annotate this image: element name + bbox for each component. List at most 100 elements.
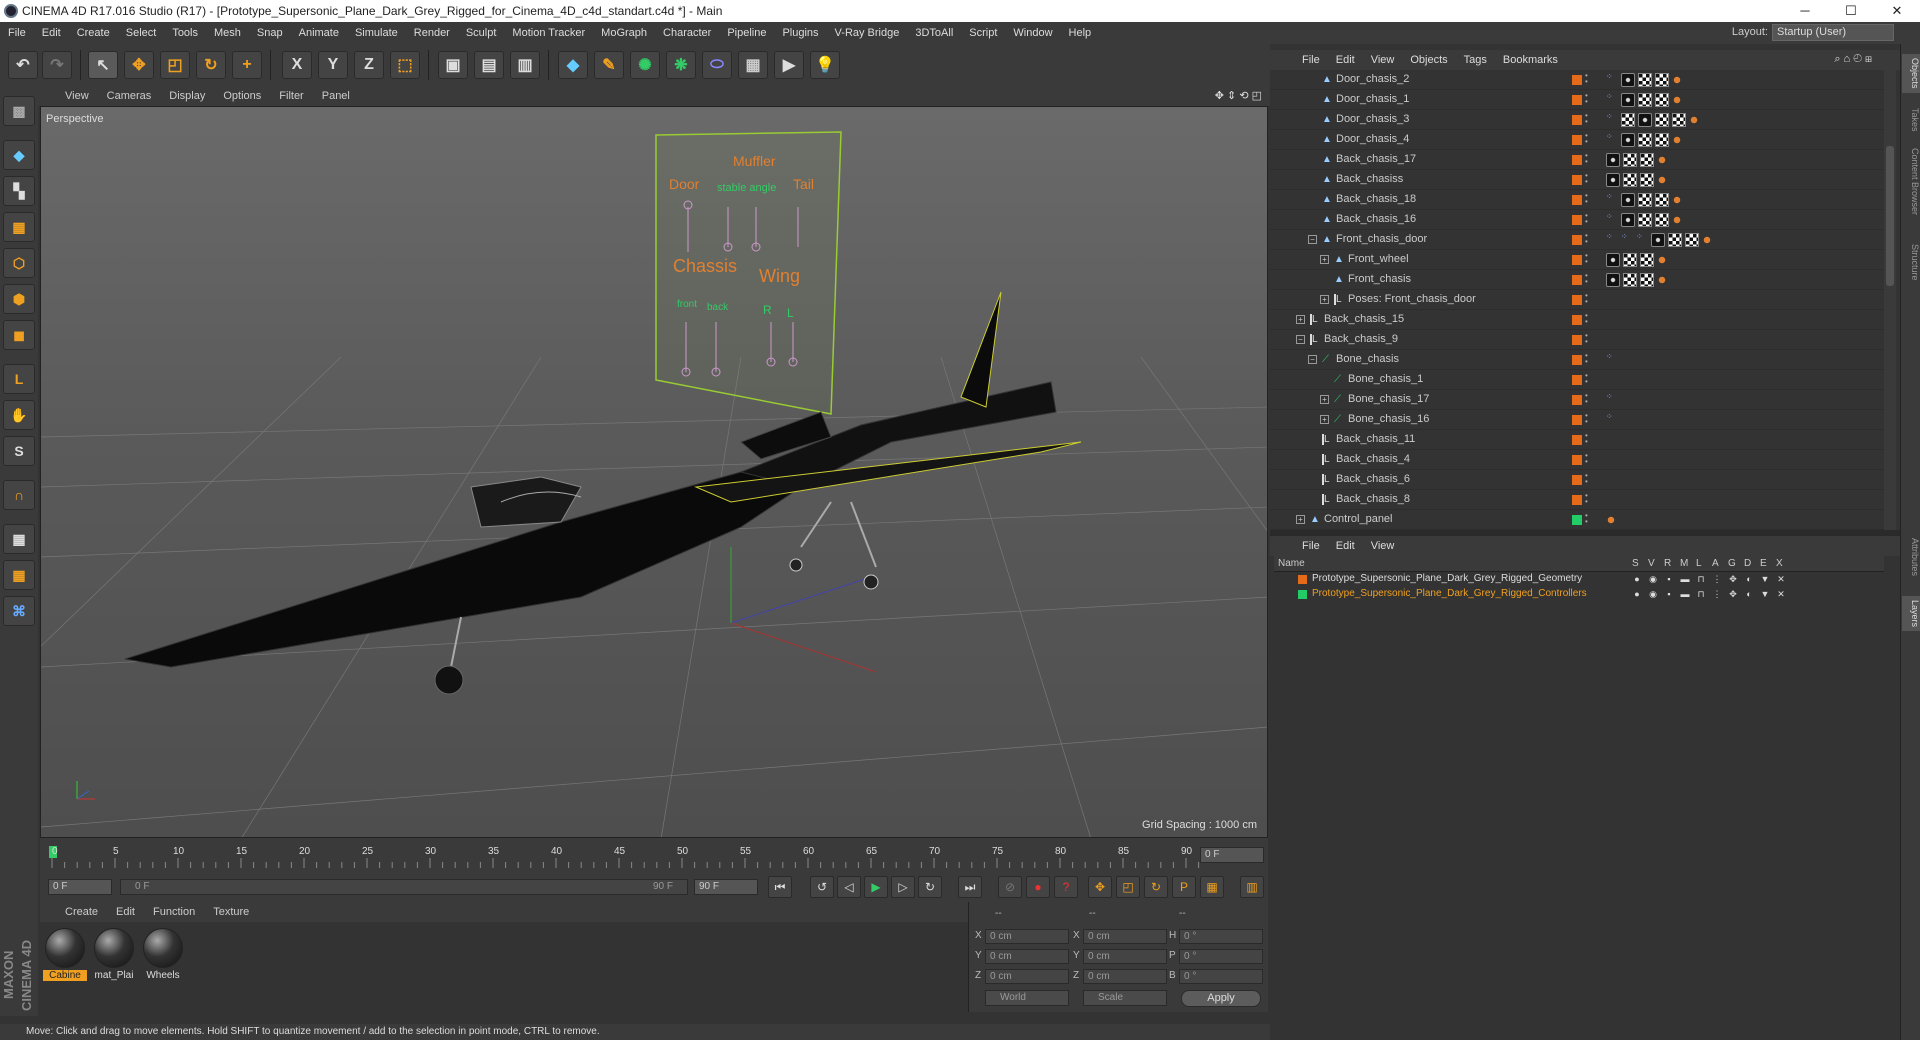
material-tag-icon[interactable] (1621, 93, 1635, 107)
rotation-b-field[interactable]: 0 ° (1179, 969, 1263, 984)
material-tag-icon[interactable] (1621, 213, 1635, 227)
visibility-toggle-icon[interactable]: • • (1585, 452, 1591, 467)
previous-key-icon[interactable]: ↺ (810, 876, 834, 898)
ik-tag-icon[interactable]: ⁘ (1621, 233, 1633, 247)
object-row[interactable]: ▲ Back_chasis_17 • • (1270, 150, 1884, 170)
visibility-toggle-icon[interactable]: • • (1585, 132, 1591, 147)
menu-script[interactable]: Script (961, 27, 1005, 39)
viewport-menu-display[interactable]: Display (160, 90, 214, 102)
ik-tag-icon[interactable]: ⁘ (1636, 233, 1648, 247)
layer-row-geometry[interactable]: Prototype_Supersonic_Plane_Dark_Grey_Rig… (1270, 572, 1884, 587)
autokey-icon[interactable]: ? (1054, 876, 1078, 898)
layer-expressions-icon[interactable]: ▼ (1760, 574, 1770, 584)
texture-tag-icon[interactable] (1640, 173, 1654, 187)
texture-tag-icon[interactable] (1640, 253, 1654, 267)
objects-menu-edit[interactable]: Edit (1328, 54, 1363, 66)
material-wheels[interactable]: Wheels (141, 928, 185, 981)
layer-color-swatch[interactable] (1572, 115, 1582, 125)
object-row[interactable]: L Back_chasis_4 • • (1270, 450, 1884, 470)
position-y-field[interactable]: 0 cm (985, 949, 1069, 964)
menu-mesh[interactable]: Mesh (206, 27, 249, 39)
weight-tag-icon[interactable] (1657, 173, 1667, 187)
layer-color-swatch[interactable] (1572, 175, 1582, 185)
rotate-tool-icon[interactable]: ↻ (196, 51, 226, 79)
frame-range-slider[interactable]: 0 F 90 F (120, 879, 688, 895)
magnet-icon[interactable]: ∩ (3, 480, 35, 510)
menu-help[interactable]: Help (1061, 27, 1100, 39)
menu-pipeline[interactable]: Pipeline (719, 27, 774, 39)
viewport-menu-view[interactable]: View (56, 90, 98, 102)
points-mode-icon[interactable]: ⬡ (3, 248, 35, 278)
weight-tag-icon[interactable] (1657, 153, 1667, 167)
texture-tag-icon[interactable] (1655, 113, 1669, 127)
visibility-toggle-icon[interactable]: • • (1585, 392, 1591, 407)
menu-3dtoall[interactable]: 3DToAll (907, 27, 961, 39)
layer-col-d[interactable]: D (1744, 558, 1751, 569)
weight-tag-icon[interactable] (1672, 133, 1682, 147)
material-tag-icon[interactable] (1606, 253, 1620, 267)
deformer-icon[interactable]: ❋ (666, 51, 696, 79)
menu-window[interactable]: Window (1005, 27, 1060, 39)
layers-menu-view[interactable]: View (1363, 540, 1403, 552)
texture-tag-icon[interactable] (1640, 153, 1654, 167)
layer-col-v[interactable]: V (1648, 558, 1655, 569)
edges-mode-icon[interactable]: ⬢ (3, 284, 35, 314)
layer-row-controllers[interactable]: Prototype_Supersonic_Plane_Dark_Grey_Rig… (1270, 587, 1884, 602)
layer-col-g[interactable]: G (1728, 558, 1736, 569)
layer-solo-icon[interactable]: ● (1632, 589, 1642, 599)
layer-animation-icon[interactable]: ⋮ (1712, 589, 1722, 599)
tab-layers[interactable]: Layers (1902, 596, 1920, 632)
visibility-toggle-icon[interactable]: • • (1585, 352, 1591, 367)
expand-toggle-icon[interactable]: − (1308, 235, 1317, 244)
texture-mode-icon[interactable]: ▚ (3, 176, 35, 206)
layer-color-swatch[interactable] (1572, 395, 1582, 405)
expand-toggle-icon[interactable]: + (1320, 255, 1329, 264)
weight-tag-icon[interactable] (1657, 253, 1667, 267)
texture-tag-icon[interactable] (1623, 253, 1637, 267)
rotation-h-field[interactable]: 0 ° (1179, 929, 1263, 944)
object-row[interactable]: − L Back_chasis_9 • • (1270, 330, 1884, 350)
y-axis-lock-icon[interactable]: Y (318, 51, 348, 79)
material-menu-texture[interactable]: Texture (204, 906, 258, 918)
python-icon[interactable]: ⌘ (3, 596, 35, 626)
layers-menu-file[interactable]: File (1294, 540, 1328, 552)
weight-tag-icon[interactable] (1672, 73, 1682, 87)
expand-toggle-icon[interactable]: + (1296, 515, 1305, 524)
layer-color-swatch[interactable] (1572, 155, 1582, 165)
motion-record-icon[interactable]: ⊘ (998, 876, 1022, 898)
expand-toggle-icon[interactable]: + (1320, 295, 1329, 304)
visibility-toggle-icon[interactable]: • • (1585, 372, 1591, 387)
z-axis-lock-icon[interactable]: Z (354, 51, 384, 79)
next-frame-icon[interactable]: ▷ (891, 876, 915, 898)
layer-render-icon[interactable]: ▪ (1664, 589, 1674, 599)
menu-create[interactable]: Create (69, 27, 118, 39)
visibility-toggle-icon[interactable]: • • (1585, 252, 1591, 267)
expand-toggle-icon[interactable]: + (1296, 315, 1305, 324)
layer-deformers-icon[interactable]: ◐ (1744, 589, 1754, 599)
viewport-menu-panel[interactable]: Panel (313, 90, 359, 102)
ik-tag-icon[interactable]: ⁘ (1606, 193, 1618, 207)
weight-tag-icon[interactable] (1672, 93, 1682, 107)
expand-toggle-icon[interactable]: − (1296, 335, 1305, 344)
visibility-toggle-icon[interactable]: • • (1585, 492, 1591, 507)
viewport-menu-filter[interactable]: Filter (270, 90, 312, 102)
layer-xref-icon[interactable]: ✕ (1776, 574, 1786, 584)
start-frame-field[interactable]: 0 F (48, 879, 112, 895)
generator-icon[interactable]: ✺ (630, 51, 660, 79)
render-view-icon[interactable]: ▣ (438, 51, 468, 79)
texture-tag-icon[interactable] (1640, 273, 1654, 287)
timeline-ruler[interactable]: 0 5 10 15 20 25 30 35 40 45 50 55 60 65 … (40, 838, 1268, 872)
floor-grid-icon[interactable]: ▦ (738, 51, 768, 79)
expand-toggle-icon[interactable]: + (1320, 395, 1329, 404)
previous-frame-icon[interactable]: ◁ (837, 876, 861, 898)
visibility-toggle-icon[interactable]: • • (1585, 292, 1591, 307)
material-tag-icon[interactable] (1638, 113, 1652, 127)
redo-icon[interactable]: ↷ (42, 51, 72, 79)
record-keys-icon[interactable]: ● (1026, 876, 1050, 898)
visibility-toggle-icon[interactable]: • • (1585, 72, 1591, 87)
ik-tag-icon[interactable]: ⁘ (1606, 413, 1618, 427)
expand-toggle-icon[interactable]: + (1320, 415, 1329, 424)
menu-simulate[interactable]: Simulate (347, 27, 406, 39)
layer-col-l[interactable]: L (1696, 558, 1702, 569)
visibility-toggle-icon[interactable]: • • (1585, 272, 1591, 287)
